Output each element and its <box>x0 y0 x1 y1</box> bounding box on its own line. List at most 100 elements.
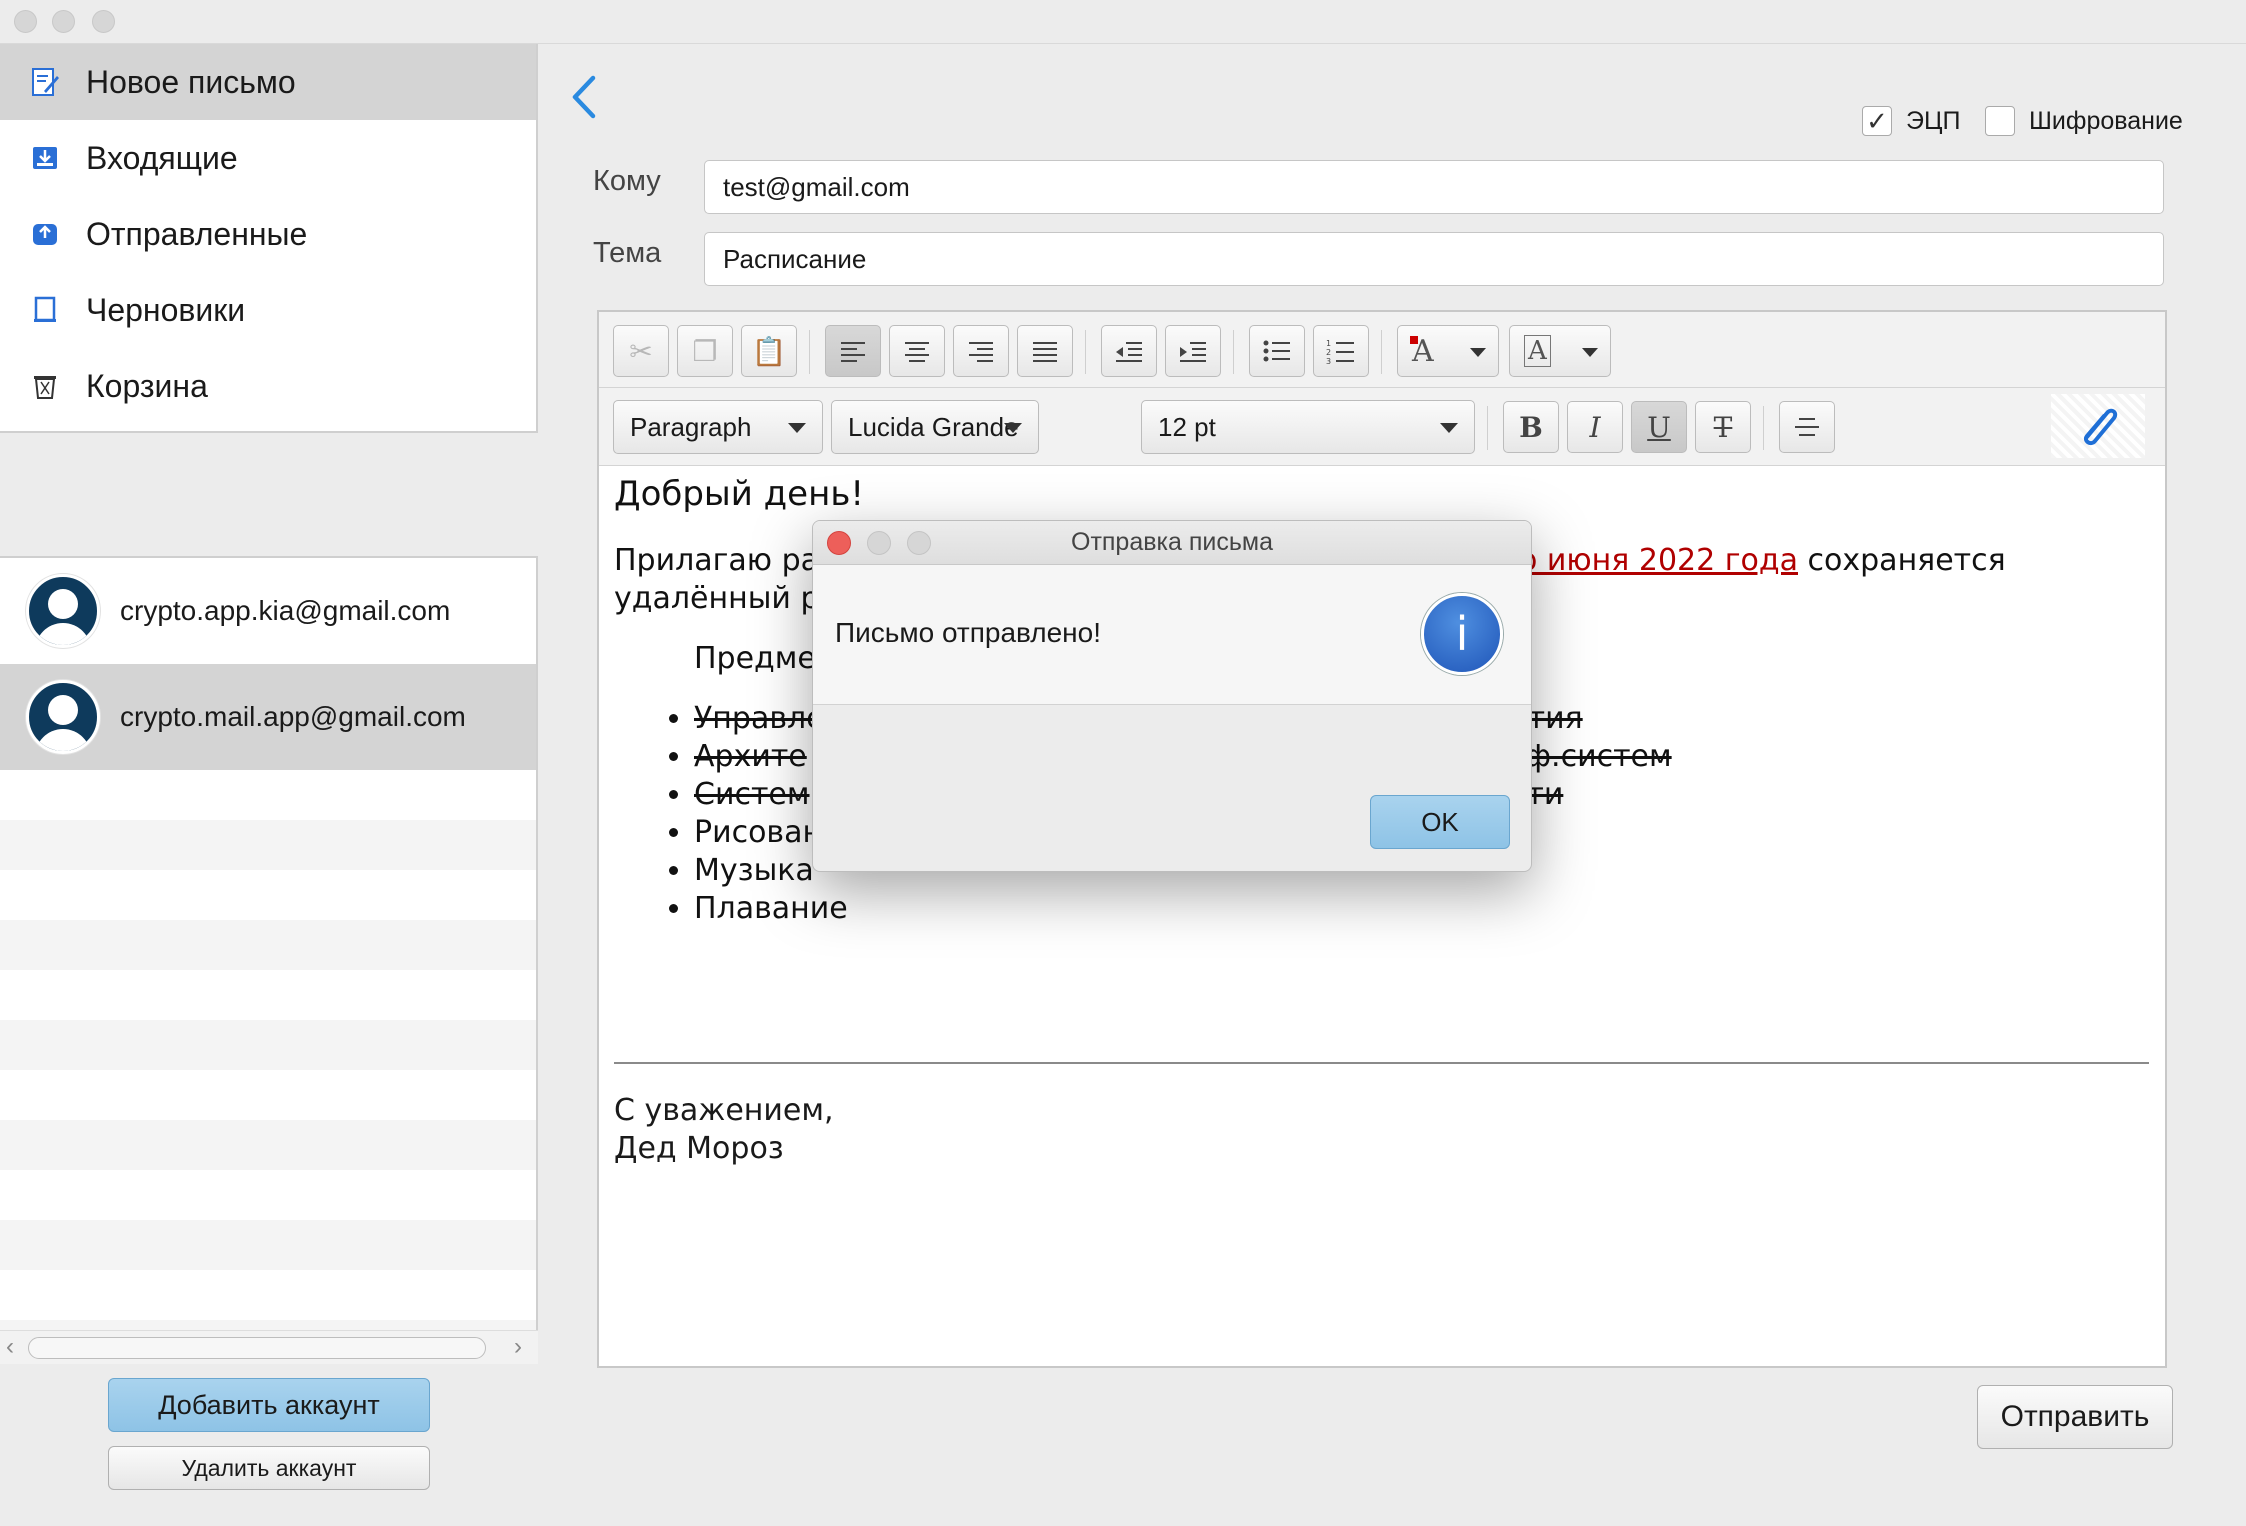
drafts-icon <box>28 293 62 327</box>
outdent-icon[interactable] <box>1101 325 1157 377</box>
account-item[interactable]: crypto.app.kia@gmail.com <box>0 558 536 664</box>
horizontal-rule <box>614 1062 2149 1064</box>
back-arrow-icon[interactable] <box>565 72 605 122</box>
underline-icon[interactable]: U <box>1631 401 1687 453</box>
list-row <box>0 1270 536 1320</box>
horizontal-rule-icon[interactable] <box>1779 401 1835 453</box>
greeting-line: Добрый день! <box>614 474 864 514</box>
avatar-icon <box>26 574 100 648</box>
account-list-scrollbar[interactable]: ‹ › <box>0 1330 538 1364</box>
trash-icon <box>28 369 62 403</box>
toolbar-divider <box>1763 406 1764 450</box>
toolbar-divider <box>1381 330 1382 374</box>
align-left-icon[interactable] <box>825 325 881 377</box>
list-row <box>0 1170 536 1220</box>
window-close-button[interactable] <box>14 10 37 33</box>
compose-icon <box>28 65 62 99</box>
toolbar-divider <box>1233 330 1234 374</box>
sign-off: С уважением, <box>614 1093 834 1128</box>
inbox-icon <box>28 141 62 175</box>
digital-signature-checkbox[interactable]: ✓ ЭЦП <box>1862 106 1960 136</box>
dialog-message-area: Письмо отправлено! i <box>813 565 1531 705</box>
window-minimize-button[interactable] <box>52 10 75 33</box>
window-titlebar <box>0 0 2246 44</box>
folder-sent[interactable]: Отправленные <box>0 196 536 272</box>
text-color-icon[interactable]: A <box>1397 325 1499 377</box>
dialog-message: Письмо отправлено! <box>835 617 1101 648</box>
dialog-close-button[interactable] <box>827 531 851 555</box>
checkmark-icon: ✓ <box>1862 106 1892 136</box>
svg-text:2: 2 <box>1326 348 1331 357</box>
body-text: Прилагаю ра <box>614 543 820 578</box>
toolbar-divider <box>1487 406 1488 450</box>
list-row <box>0 1020 536 1070</box>
add-account-button[interactable]: Добавить аккаунт <box>108 1378 430 1432</box>
folder-inbox[interactable]: Входящие <box>0 120 536 196</box>
folder-drafts[interactable]: Черновики <box>0 272 536 348</box>
list-item-text: тия <box>1527 701 1583 736</box>
window-zoom-button[interactable] <box>92 10 115 33</box>
date-link[interactable]: о июня 2022 года <box>1519 543 1798 578</box>
copy-icon[interactable]: ❐ <box>677 325 733 377</box>
avatar-icon <box>26 680 100 754</box>
scroll-right-icon[interactable]: › <box>514 1333 522 1361</box>
align-right-icon[interactable] <box>953 325 1009 377</box>
folder-list: Новое письмо Входящие Отправленные Черно… <box>0 44 538 433</box>
font-size-select[interactable]: 12 pt <box>1141 400 1475 454</box>
list-row <box>0 970 536 1020</box>
body-text: сохраняется <box>1798 543 2006 578</box>
bold-icon[interactable]: B <box>1503 401 1559 453</box>
indent-icon[interactable] <box>1165 325 1221 377</box>
svg-text:1: 1 <box>1326 339 1331 348</box>
chevron-down-icon <box>1004 423 1022 433</box>
attachment-paperclip-icon[interactable] <box>2051 394 2145 458</box>
to-label: Кому <box>593 165 661 197</box>
list-row <box>0 1120 536 1170</box>
folder-label: Черновики <box>86 291 246 328</box>
dialog-minimize-button[interactable] <box>867 531 891 555</box>
numbered-list-icon[interactable]: 123 <box>1313 325 1369 377</box>
scrollbar-thumb[interactable] <box>28 1337 486 1359</box>
scroll-left-icon[interactable]: ‹ <box>6 1333 14 1361</box>
list-row <box>0 770 536 820</box>
list-item-text: Систем <box>694 777 810 812</box>
info-icon: i <box>1421 593 1503 675</box>
align-center-icon[interactable] <box>889 325 945 377</box>
folder-label: Входящие <box>86 139 238 176</box>
chevron-down-icon <box>788 423 806 433</box>
background-color-icon[interactable]: A <box>1509 325 1611 377</box>
chevron-down-icon <box>1440 423 1458 433</box>
remove-account-button[interactable]: Удалить аккаунт <box>108 1446 430 1490</box>
list-item: Плавание <box>694 890 2154 928</box>
account-email: crypto.mail.app@gmail.com <box>120 701 466 732</box>
editor-toolbar-top: ✂ ❐ 📋 123 A A <box>599 312 2165 388</box>
send-button[interactable]: Отправить <box>1977 1385 2173 1449</box>
select-value: Lucida Grande <box>848 411 1019 442</box>
folder-trash[interactable]: Корзина <box>0 348 536 424</box>
svg-text:3: 3 <box>1326 357 1331 364</box>
strikethrough-icon[interactable]: T <box>1695 401 1751 453</box>
dialog-titlebar: Отправка письма <box>813 521 1531 565</box>
paste-icon[interactable]: 📋 <box>741 325 797 377</box>
folder-new-message[interactable]: Новое письмо <box>0 44 536 120</box>
cut-icon[interactable]: ✂ <box>613 325 669 377</box>
folder-label: Корзина <box>86 367 208 404</box>
font-family-select[interactable]: Lucida Grande <box>831 400 1039 454</box>
paragraph-style-select[interactable]: Paragraph <box>613 400 823 454</box>
list-row <box>0 1070 536 1120</box>
ok-button[interactable]: OK <box>1370 795 1510 849</box>
dialog-zoom-button[interactable] <box>907 531 931 555</box>
encryption-checkbox[interactable]: Шифрование <box>1985 106 2183 136</box>
account-list: crypto.app.kia@gmail.com crypto.mail.app… <box>0 556 538 1364</box>
bullet-list-icon[interactable] <box>1249 325 1305 377</box>
folder-label: Новое письмо <box>86 63 296 100</box>
align-justify-icon[interactable] <box>1017 325 1073 377</box>
italic-icon[interactable]: I <box>1567 401 1623 453</box>
checkbox-box <box>1985 106 2015 136</box>
to-field[interactable]: test@gmail.com <box>704 160 2164 214</box>
account-item[interactable]: crypto.mail.app@gmail.com <box>0 664 536 770</box>
subject-label: Тема <box>593 237 662 269</box>
checkbox-label: ЭЦП <box>1906 106 1961 135</box>
outbox-icon <box>28 217 62 251</box>
subject-field[interactable]: Расписание <box>704 232 2164 286</box>
